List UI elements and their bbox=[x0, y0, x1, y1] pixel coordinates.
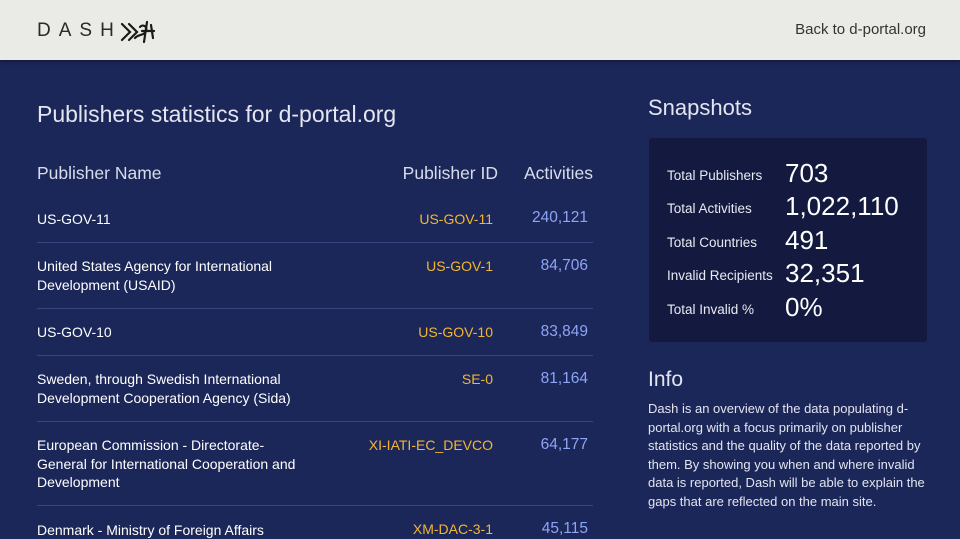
table-row: Sweden, through Swedish International De… bbox=[37, 356, 593, 422]
stat-label: Total Publishers bbox=[667, 168, 763, 183]
page-title: Publishers statistics for d-portal.org bbox=[37, 101, 397, 127]
back-to-d-portal-link[interactable]: Back to d-portal.org bbox=[795, 21, 926, 38]
activity-count: 81,164 bbox=[540, 370, 588, 387]
stat-total-publishers: Total Publishers 703 bbox=[667, 158, 917, 192]
publisher-id: XM-DAC-3-1 bbox=[412, 521, 493, 537]
stat-label: Invalid Recipients bbox=[667, 268, 773, 283]
stat-label: Total Countries bbox=[667, 235, 758, 250]
stat-value: 32,351 bbox=[785, 258, 865, 288]
snapshots-heading: Snapshots bbox=[648, 95, 752, 120]
top-bar: DASH Back to d-portal.org bbox=[0, 0, 960, 60]
stat-label: Total Activities bbox=[667, 201, 752, 216]
activity-count: 84,706 bbox=[540, 257, 588, 274]
table-row: US-GOV-10 US-GOV-10 83,849 bbox=[37, 309, 593, 356]
activity-count: 64,177 bbox=[540, 436, 588, 453]
table-header: Publisher Name Publisher ID Activities bbox=[37, 160, 593, 200]
publisher-name-link[interactable]: United States Agency for International D… bbox=[37, 257, 302, 294]
dash-logo-icon bbox=[120, 20, 155, 44]
stat-value: 0% bbox=[785, 292, 823, 322]
table-row: United States Agency for International D… bbox=[37, 243, 593, 309]
stat-total-invalid-percent: Total Invalid % 0% bbox=[667, 292, 917, 326]
activity-count: 45,115 bbox=[541, 520, 588, 537]
info-heading: Info bbox=[648, 368, 684, 391]
brand-text: DASH bbox=[37, 20, 122, 41]
publisher-name-link[interactable]: US-GOV-10 bbox=[37, 323, 302, 342]
snapshots-panel: Total Publishers 703 Total Activities 1,… bbox=[649, 138, 927, 342]
publisher-id: US-GOV-1 bbox=[426, 258, 493, 274]
stat-total-activities: Total Activities 1,022,110 bbox=[667, 191, 917, 225]
brand-logo-link[interactable]: DASH bbox=[37, 18, 156, 44]
publisher-id: XI-IATI-EC_DEVCO bbox=[368, 437, 493, 453]
stat-value: 491 bbox=[785, 225, 829, 255]
table-row: European Commission - Directorate-Genera… bbox=[37, 422, 593, 506]
stat-invalid-recipients: Invalid Recipients 32,351 bbox=[667, 258, 917, 292]
stat-total-countries: Total Countries 491 bbox=[667, 225, 917, 259]
stat-value: 1,022,110 bbox=[785, 191, 899, 221]
column-header-publisher-id: Publisher ID bbox=[402, 163, 498, 183]
table-row: US-GOV-11 US-GOV-11 240,121 bbox=[37, 200, 593, 243]
info-description: Dash is an overview of the data populati… bbox=[648, 401, 925, 509]
publishers-table: Publisher Name Publisher ID Activities U… bbox=[37, 160, 593, 539]
activity-count: 240,121 bbox=[531, 209, 588, 226]
stat-value: 703 bbox=[785, 158, 829, 188]
publisher-id: SE-0 bbox=[461, 371, 493, 387]
publisher-id: US-GOV-10 bbox=[418, 324, 493, 340]
activity-count: 83,849 bbox=[540, 323, 588, 340]
column-header-publisher-name: Publisher Name bbox=[37, 163, 162, 183]
column-header-activities: Activities bbox=[523, 163, 593, 183]
table-row: Denmark - Ministry of Foreign Affairs XM… bbox=[37, 506, 593, 539]
stat-label: Total Invalid % bbox=[667, 302, 755, 317]
publisher-name-link[interactable]: Denmark - Ministry of Foreign Affairs bbox=[37, 521, 302, 539]
publisher-name-link[interactable]: Sweden, through Swedish International De… bbox=[37, 370, 302, 407]
publisher-id: US-GOV-11 bbox=[419, 211, 493, 227]
publisher-name-link[interactable]: European Commission - Directorate-Genera… bbox=[37, 436, 302, 492]
publisher-name-link[interactable]: US-GOV-11 bbox=[37, 210, 302, 229]
